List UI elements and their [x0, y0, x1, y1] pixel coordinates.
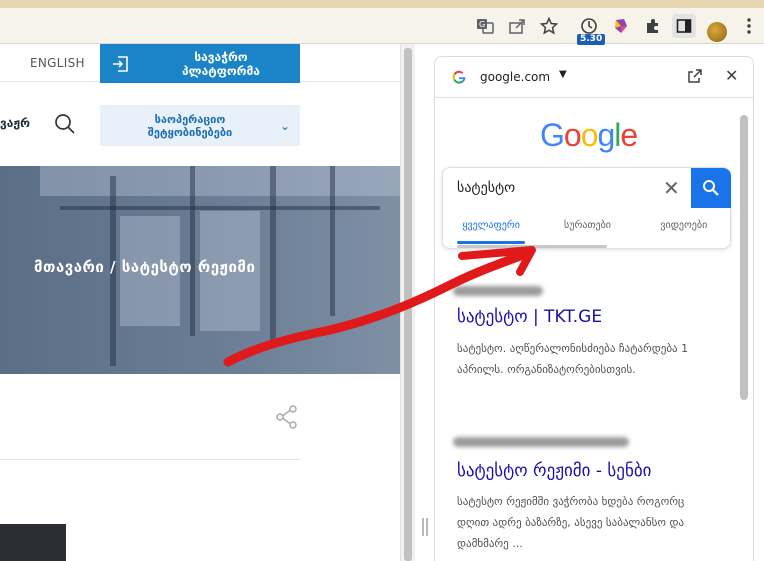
caret-down-icon[interactable]: ▼: [559, 69, 567, 80]
search-icon[interactable]: [54, 113, 76, 139]
window-top-strip: [0, 0, 764, 8]
google-g-icon: [451, 69, 467, 89]
colorful-extension-icon[interactable]: [609, 14, 633, 38]
panel-gap: [415, 44, 435, 561]
google-logo-letter: G: [540, 117, 565, 153]
login-icon: [100, 54, 142, 74]
google-logo-letter: e: [620, 117, 638, 153]
clear-search-icon[interactable]: ✕: [663, 176, 680, 200]
close-icon[interactable]: ✕: [725, 66, 738, 85]
trading-platform-label: სავაჭრო პლატფორმა: [182, 49, 260, 78]
page-scrollbar-thumb[interactable]: [404, 48, 412, 561]
tab-videos[interactable]: ვიდეოები: [636, 220, 732, 231]
english-language-link[interactable]: ENGLISH: [30, 56, 85, 70]
website-page: ENGLISH სავაჭრო პლატფორმა ვაჟრ საოპერაცი…: [0, 44, 400, 561]
result-snippet-2: სატესტო რეჟიმში ვაჭრობა ხდება როგორც დღი…: [457, 495, 685, 550]
share-icon[interactable]: [274, 404, 300, 434]
operational-notices-label: საოპერაციო შეტყობინებები: [147, 112, 233, 139]
nav-item-fragment[interactable]: ვაჟრ: [0, 116, 30, 130]
google-logo-letter: o: [580, 117, 599, 153]
side-panel-domain[interactable]: google.com: [480, 70, 550, 84]
trading-platform-button[interactable]: სავაჭრო პლატფორმა: [100, 44, 300, 83]
open-in-new-tab-icon[interactable]: [687, 68, 703, 88]
google-side-panel: google.com ▼ ✕ Google სატესტო ✕ ყველაფერ…: [434, 56, 754, 561]
chevron-down-icon: ⌄: [279, 118, 291, 133]
share-page-icon[interactable]: [505, 14, 529, 38]
search-input[interactable]: სატესტო: [457, 180, 515, 196]
search-icon: [703, 180, 719, 196]
redacted-url: [453, 286, 543, 296]
extensions-puzzle-icon[interactable]: [641, 14, 665, 38]
svg-text:G: G: [479, 20, 485, 29]
breadcrumb: მთავარი / სატესტო რეჟიმი: [34, 258, 256, 276]
browser-toolbar: G 5.30: [0, 8, 764, 45]
search-tabs: ყველაფერი სურათები ვიდეოები: [443, 220, 732, 231]
result-title-1[interactable]: სატესტო | TKT.GE: [457, 307, 602, 327]
translate-icon[interactable]: G: [473, 14, 497, 38]
dark-content-block: [0, 524, 66, 561]
google-logo-letter: g: [597, 117, 615, 153]
result-title-2[interactable]: სატესტო რეჟიმი - სენბი: [457, 461, 651, 481]
side-panel-toggle-icon[interactable]: [672, 14, 696, 38]
tabs-scrollbar[interactable]: [457, 245, 607, 248]
side-panel-scrollbar[interactable]: [740, 115, 748, 400]
active-tab-indicator: [457, 241, 525, 244]
tab-images[interactable]: სურათები: [539, 220, 635, 231]
search-card: სატესტო ✕ ყველაფერი სურათები ვიდეოები: [442, 167, 731, 249]
search-submit-button[interactable]: [691, 168, 731, 208]
result-snippet-1: სატესტო. აღწერალონისძიება ჩატარდება 1 აპ…: [457, 342, 689, 376]
content-divider: [0, 459, 300, 460]
operational-notices-dropdown[interactable]: საოპერაციო შეტყობინებები ⌄: [100, 105, 300, 146]
side-panel-resize-handle[interactable]: [422, 518, 428, 536]
redacted-url: [453, 437, 629, 447]
side-panel-header: google.com ▼ ✕: [435, 57, 753, 98]
extension-badge: 5.30: [577, 34, 606, 45]
google-logo: Google: [540, 117, 638, 154]
tab-all[interactable]: ყველაფერი: [443, 220, 539, 231]
bookmark-star-icon[interactable]: [537, 14, 561, 38]
page-scrollbar[interactable]: [400, 44, 415, 561]
browser-menu-icon[interactable]: [737, 14, 761, 38]
hero-banner: მთავარი / სატესტო რეჟიმი: [0, 166, 400, 374]
google-logo-letter: o: [563, 117, 582, 153]
profile-avatar[interactable]: [707, 22, 727, 42]
